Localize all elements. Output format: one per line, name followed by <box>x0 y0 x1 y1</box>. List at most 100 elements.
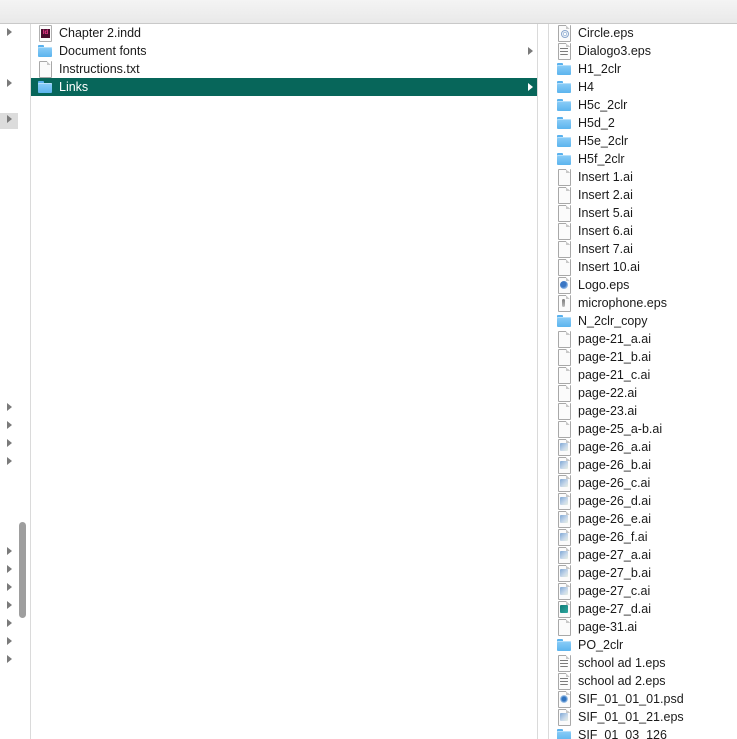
list-item[interactable]: page-26_d.ai <box>549 492 737 510</box>
list-item[interactable]: page-21_b.ai <box>549 348 737 366</box>
list-item[interactable]: page-26_c.ai <box>549 474 737 492</box>
file-name: Insert 5.ai <box>578 206 633 220</box>
disclosure-arrow-icon[interactable] <box>7 637 12 645</box>
file-name: school ad 2.eps <box>578 674 666 688</box>
image-document-icon <box>556 493 572 510</box>
folder-icon <box>556 727 572 739</box>
disclosure-arrow-icon[interactable] <box>7 457 12 465</box>
list-item[interactable]: page-26_b.ai <box>549 456 737 474</box>
disclosure-arrow-icon[interactable] <box>7 115 12 123</box>
folder-icon <box>556 313 572 329</box>
file-name: Insert 10.ai <box>578 260 640 274</box>
list-item[interactable]: Insert 6.ai <box>549 222 737 240</box>
list-item[interactable]: Dialogo3.eps <box>549 42 737 60</box>
illustrator-document-icon <box>556 259 572 276</box>
list-item[interactable]: page-27_c.ai <box>549 582 737 600</box>
disclosure-arrow-icon[interactable] <box>7 421 12 429</box>
list-item[interactable]: PO_2clr <box>549 636 737 654</box>
file-name: page-27_b.ai <box>578 566 651 580</box>
disclosure-arrow-icon[interactable] <box>7 403 12 411</box>
file-name: page-31.ai <box>578 620 638 634</box>
list-item[interactable]: Insert 5.ai <box>549 204 737 222</box>
parent-column-scrollbar[interactable] <box>19 522 26 618</box>
list-item[interactable]: Insert 7.ai <box>549 240 737 258</box>
list-item[interactable]: H5d_2 <box>549 114 737 132</box>
file-name: Insert 2.ai <box>578 188 633 202</box>
disclosure-arrow-icon[interactable] <box>7 439 12 447</box>
file-name: school ad 1.eps <box>578 656 666 670</box>
indesign-document-icon: Id <box>37 25 53 42</box>
disclosure-arrow-icon[interactable] <box>7 547 12 555</box>
list-item[interactable]: page-26_e.ai <box>549 510 737 528</box>
list-item[interactable]: page-21_c.ai <box>549 366 737 384</box>
folder-name: N_2clr_copy <box>578 314 648 328</box>
list-item[interactable]: Logo.eps <box>549 276 737 294</box>
list-item[interactable]: H1_2clr <box>549 60 737 78</box>
disclosure-arrow-icon[interactable] <box>7 583 12 591</box>
file-name: page-26_a.ai <box>578 440 651 454</box>
file-name: page-26_e.ai <box>578 512 651 526</box>
list-item[interactable]: Circle.eps <box>549 24 737 42</box>
photoshop-document-icon <box>556 691 572 708</box>
file-name: page-26_f.ai <box>578 530 648 544</box>
list-item[interactable]: H4 <box>549 78 737 96</box>
list-item[interactable]: school ad 2.eps <box>549 672 737 690</box>
folder-name: Document fonts <box>59 44 147 58</box>
file-row-instructions-txt[interactable]: Instructions.txt <box>31 60 537 78</box>
file-name: SIF_01_01_01.psd <box>578 692 684 706</box>
list-item[interactable]: H5c_2clr <box>549 96 737 114</box>
image-document-icon <box>556 439 572 456</box>
folder-row-links-selected[interactable]: Links <box>31 78 537 96</box>
disclosure-arrow-icon <box>528 83 533 91</box>
list-item[interactable]: Insert 2.ai <box>549 186 737 204</box>
list-item[interactable]: page-26_f.ai <box>549 528 737 546</box>
list-item[interactable]: SIF_01_03_126 <box>549 726 737 739</box>
disclosure-arrow-icon[interactable] <box>7 28 12 36</box>
folder-row-document-fonts[interactable]: Document fonts <box>31 42 537 60</box>
image-document-icon <box>556 475 572 492</box>
disclosure-arrow-icon[interactable] <box>7 565 12 573</box>
file-name: microphone.eps <box>578 296 667 310</box>
list-item[interactable]: page-22.ai <box>549 384 737 402</box>
list-item[interactable]: page-25_a-b.ai <box>549 420 737 438</box>
list-item[interactable]: SIF_01_01_01.psd <box>549 690 737 708</box>
illustrator-document-icon <box>556 331 572 348</box>
list-item[interactable]: page-27_d.ai <box>549 600 737 618</box>
links-contents-column[interactable]: Circle.eps Dialogo3.eps H1_2clr H4 H5c_2… <box>548 24 737 739</box>
list-item[interactable]: page-27_b.ai <box>549 564 737 582</box>
list-item[interactable]: H5e_2clr <box>549 132 737 150</box>
disclosure-arrow-icon <box>528 47 533 55</box>
list-item[interactable]: page-31.ai <box>549 618 737 636</box>
list-item[interactable]: Insert 10.ai <box>549 258 737 276</box>
list-item[interactable]: page-21_a.ai <box>549 330 737 348</box>
folder-name: H5d_2 <box>578 116 615 130</box>
folder-name: SIF_01_03_126 <box>578 728 667 739</box>
list-item[interactable]: school ad 1.eps <box>549 654 737 672</box>
list-item[interactable]: page-27_a.ai <box>549 546 737 564</box>
file-name: page-27_c.ai <box>578 584 651 598</box>
list-item[interactable]: SIF_01_01_21.eps <box>549 708 737 726</box>
folder-name: H5f_2clr <box>578 152 625 166</box>
disclosure-arrow-icon[interactable] <box>7 601 12 609</box>
text-preview-document-icon <box>556 673 572 690</box>
illustrator-document-icon <box>556 205 572 222</box>
file-row-chapter-2-indd[interactable]: Id Chapter 2.indd <box>31 24 537 42</box>
list-item[interactable]: H5f_2clr <box>549 150 737 168</box>
list-item[interactable]: page-26_a.ai <box>549 438 737 456</box>
image-document-icon <box>556 565 572 582</box>
illustrator-document-icon <box>556 403 572 420</box>
disclosure-arrow-icon[interactable] <box>7 619 12 627</box>
list-item[interactable]: N_2clr_copy <box>549 312 737 330</box>
disclosure-arrow-icon[interactable] <box>7 79 12 87</box>
folder-name: Links <box>59 80 89 94</box>
folder-name: H1_2clr <box>578 62 622 76</box>
list-item[interactable]: page-23.ai <box>549 402 737 420</box>
folder-contents-column[interactable]: Id Chapter 2.indd Document fonts Instruc… <box>31 24 538 739</box>
file-name: Logo.eps <box>578 278 630 292</box>
disclosure-arrow-icon[interactable] <box>7 655 12 663</box>
parent-column[interactable] <box>0 24 31 739</box>
list-item[interactable]: Insert 1.ai <box>549 168 737 186</box>
file-name: page-27_d.ai <box>578 602 651 616</box>
list-item[interactable]: microphone.eps <box>549 294 737 312</box>
image-document-icon <box>556 457 572 474</box>
